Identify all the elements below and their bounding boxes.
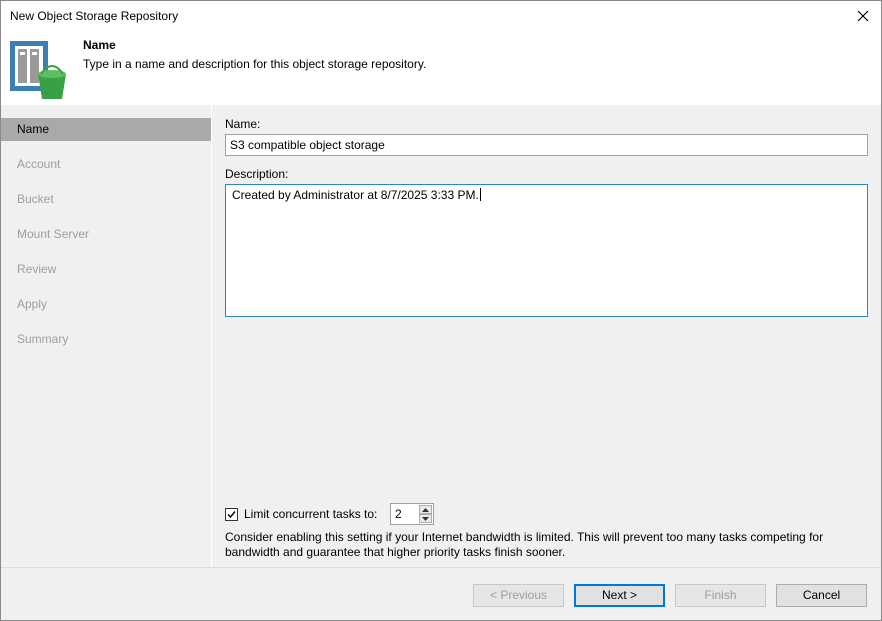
stepper-down-button[interactable] bbox=[419, 514, 432, 523]
description-textarea[interactable]: Created by Administrator at 8/7/2025 3:3… bbox=[225, 184, 868, 317]
step-mount-server: Mount Server bbox=[17, 227, 90, 241]
limit-tasks-row: Limit concurrent tasks to: bbox=[225, 503, 377, 525]
step-description: Type in a name and description for this … bbox=[83, 57, 427, 71]
concurrent-tasks-value: 2 bbox=[395, 507, 402, 521]
description-label: Description: bbox=[225, 167, 289, 181]
wizard-steps-sidebar: Name Account Bucket Mount Server Review … bbox=[1, 105, 211, 567]
name-input[interactable]: S3 compatible object storage bbox=[225, 134, 868, 156]
description-text: Created by Administrator at 8/7/2025 3:3… bbox=[232, 188, 479, 202]
next-button[interactable]: Next > bbox=[574, 584, 665, 607]
text-caret bbox=[479, 188, 481, 201]
limit-tasks-checkbox[interactable] bbox=[225, 507, 238, 521]
limit-tasks-hint: Consider enabling this setting if your I… bbox=[225, 530, 824, 559]
window-title: New Object Storage Repository bbox=[10, 9, 179, 23]
step-apply: Apply bbox=[17, 297, 48, 311]
finish-button[interactable]: Finish bbox=[675, 584, 766, 607]
wizard-window: New Object Storage Repository Name Type … bbox=[0, 0, 882, 621]
step-title: Name bbox=[83, 38, 116, 52]
cancel-button[interactable]: Cancel bbox=[776, 584, 867, 607]
chevron-up-icon bbox=[422, 507, 429, 512]
wizard-content: Name: S3 compatible object storage Descr… bbox=[212, 105, 881, 567]
previous-button[interactable]: < Previous bbox=[473, 584, 564, 607]
concurrent-tasks-stepper[interactable]: 2 bbox=[390, 503, 434, 525]
wizard-header: Name Type in a name and description for … bbox=[1, 31, 881, 105]
step-review: Review bbox=[17, 262, 57, 276]
chevron-down-icon bbox=[422, 516, 429, 521]
close-button[interactable] bbox=[851, 5, 875, 27]
step-account: Account bbox=[17, 157, 61, 171]
step-bucket: Bucket bbox=[17, 192, 54, 206]
stepper-up-button[interactable] bbox=[419, 505, 432, 514]
wizard-footer: < Previous Next > Finish Cancel bbox=[1, 567, 881, 620]
close-icon bbox=[857, 10, 869, 22]
name-label: Name: bbox=[225, 117, 261, 131]
step-name[interactable]: Name bbox=[1, 118, 211, 141]
checkmark-icon bbox=[227, 510, 236, 518]
object-storage-repository-icon bbox=[10, 41, 66, 99]
title-bar: New Object Storage Repository bbox=[1, 1, 881, 31]
limit-tasks-label[interactable]: Limit concurrent tasks to: bbox=[244, 507, 377, 521]
stepper-buttons bbox=[419, 505, 432, 523]
step-summary: Summary bbox=[17, 332, 69, 346]
